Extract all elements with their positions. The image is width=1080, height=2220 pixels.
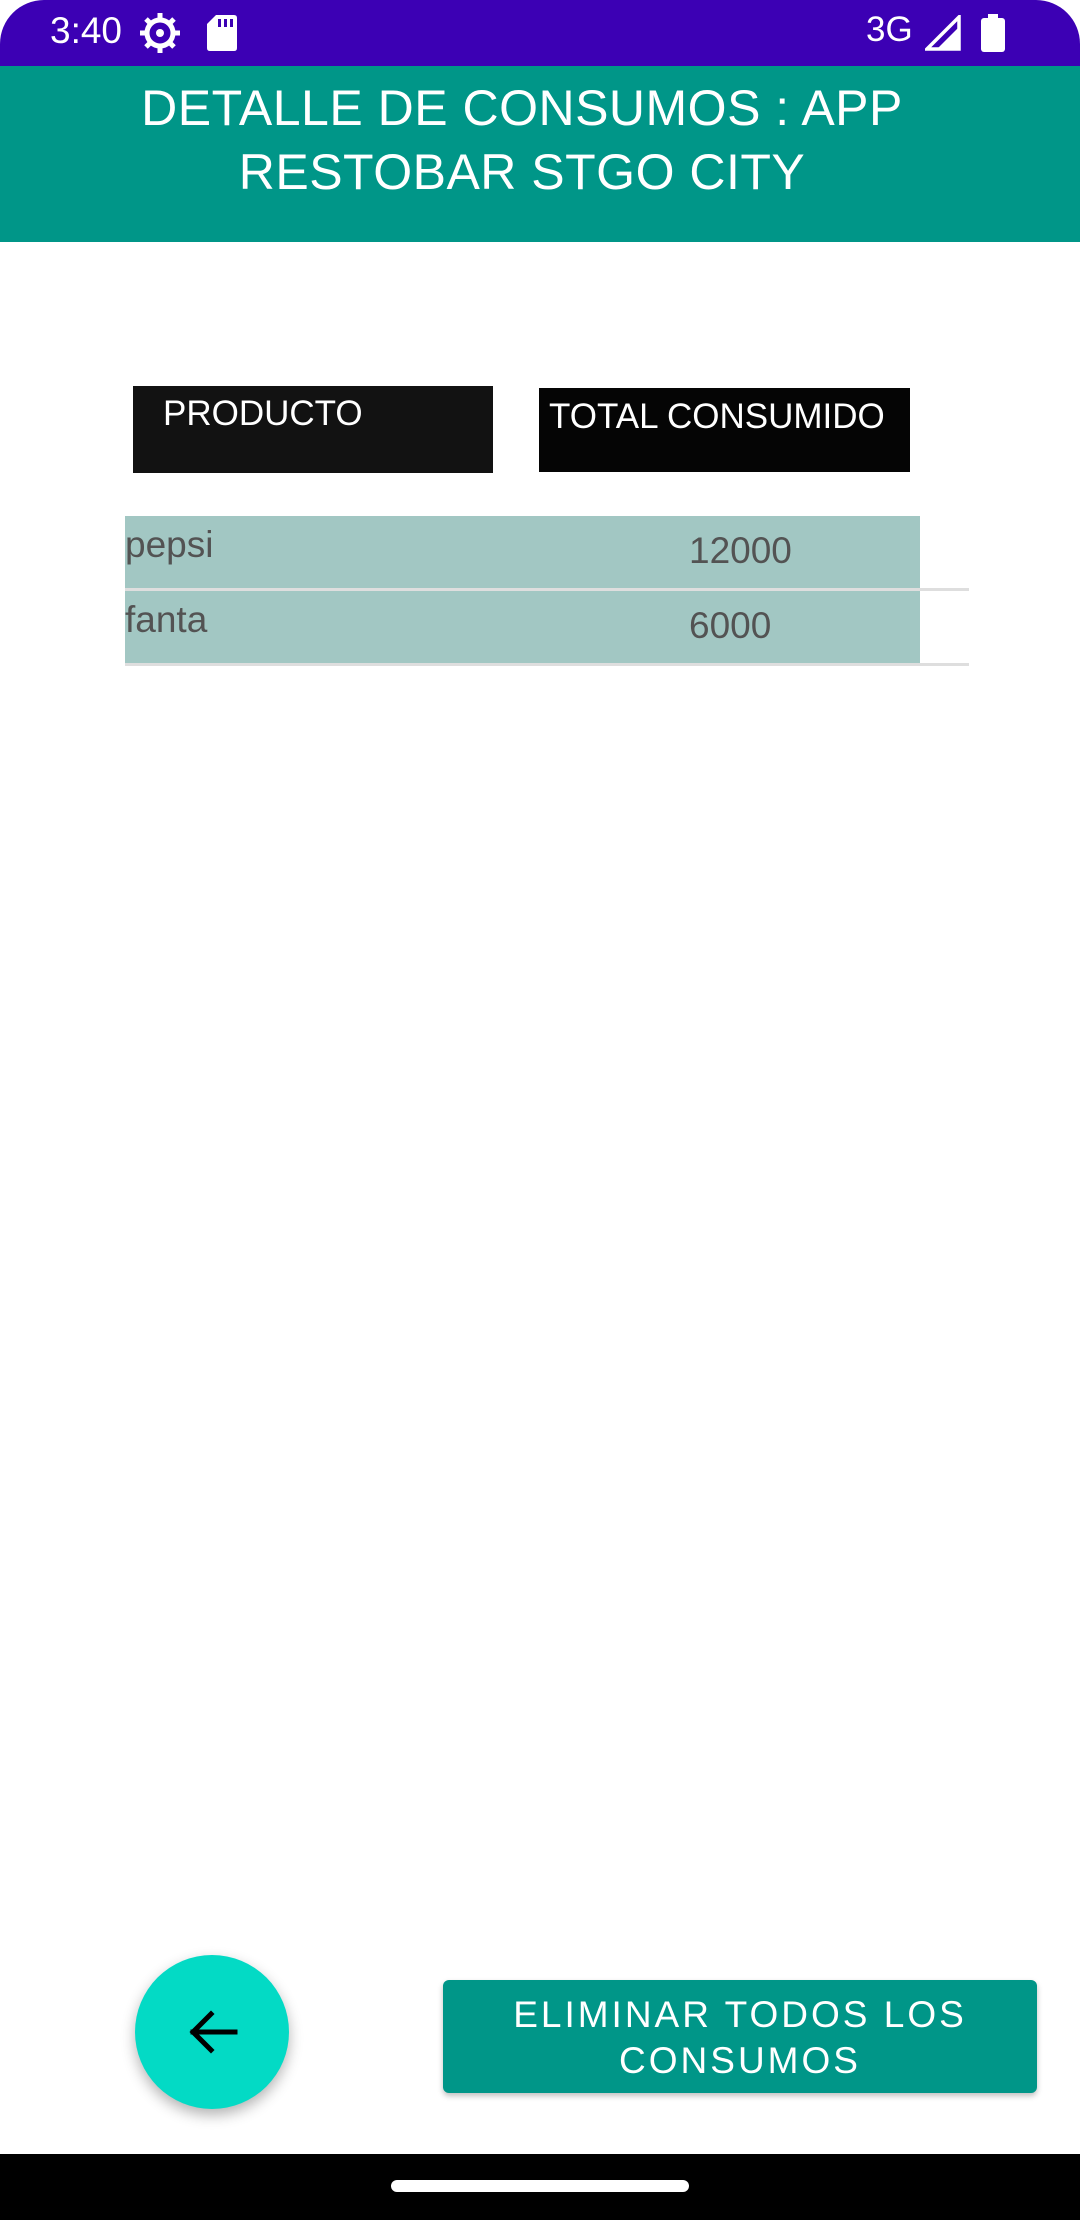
signal-icon [925, 15, 961, 51]
sd-card-icon [207, 15, 237, 51]
network-type: 3G [866, 10, 913, 49]
row-product-cell: pepsi [125, 524, 214, 565]
app-header: DETALLE DE CONSUMOS : APP RESTOBAR STGO … [0, 66, 1080, 242]
column-header-total: TOTAL CONSUMIDO [539, 388, 910, 472]
row-background [125, 591, 920, 663]
row-total-cell: 12000 [689, 530, 792, 571]
page-title: DETALLE DE CONSUMOS : APP RESTOBAR STGO … [141, 80, 903, 200]
row-total-cell: 6000 [689, 605, 772, 646]
battery-icon [981, 14, 1005, 52]
home-gesture-handle[interactable] [391, 2180, 689, 2192]
table-row: pepsi 12000 [125, 516, 969, 591]
row-background [125, 516, 920, 588]
row-product-cell: fanta [125, 599, 208, 640]
delete-all-consumptions-button[interactable]: ELIMINAR TODOS LOS CONSUMOS [443, 1980, 1037, 2093]
table-row: fanta 6000 [125, 591, 969, 666]
column-header-product: PRODUCTO [133, 386, 493, 473]
status-bar: 3:40 3G [0, 0, 1080, 66]
settings-gear-icon [140, 13, 180, 53]
status-time: 3:40 [50, 10, 123, 51]
row-divider [125, 663, 969, 666]
back-fab-button[interactable] [135, 1955, 289, 2109]
arrow-left-icon [189, 2010, 238, 2054]
